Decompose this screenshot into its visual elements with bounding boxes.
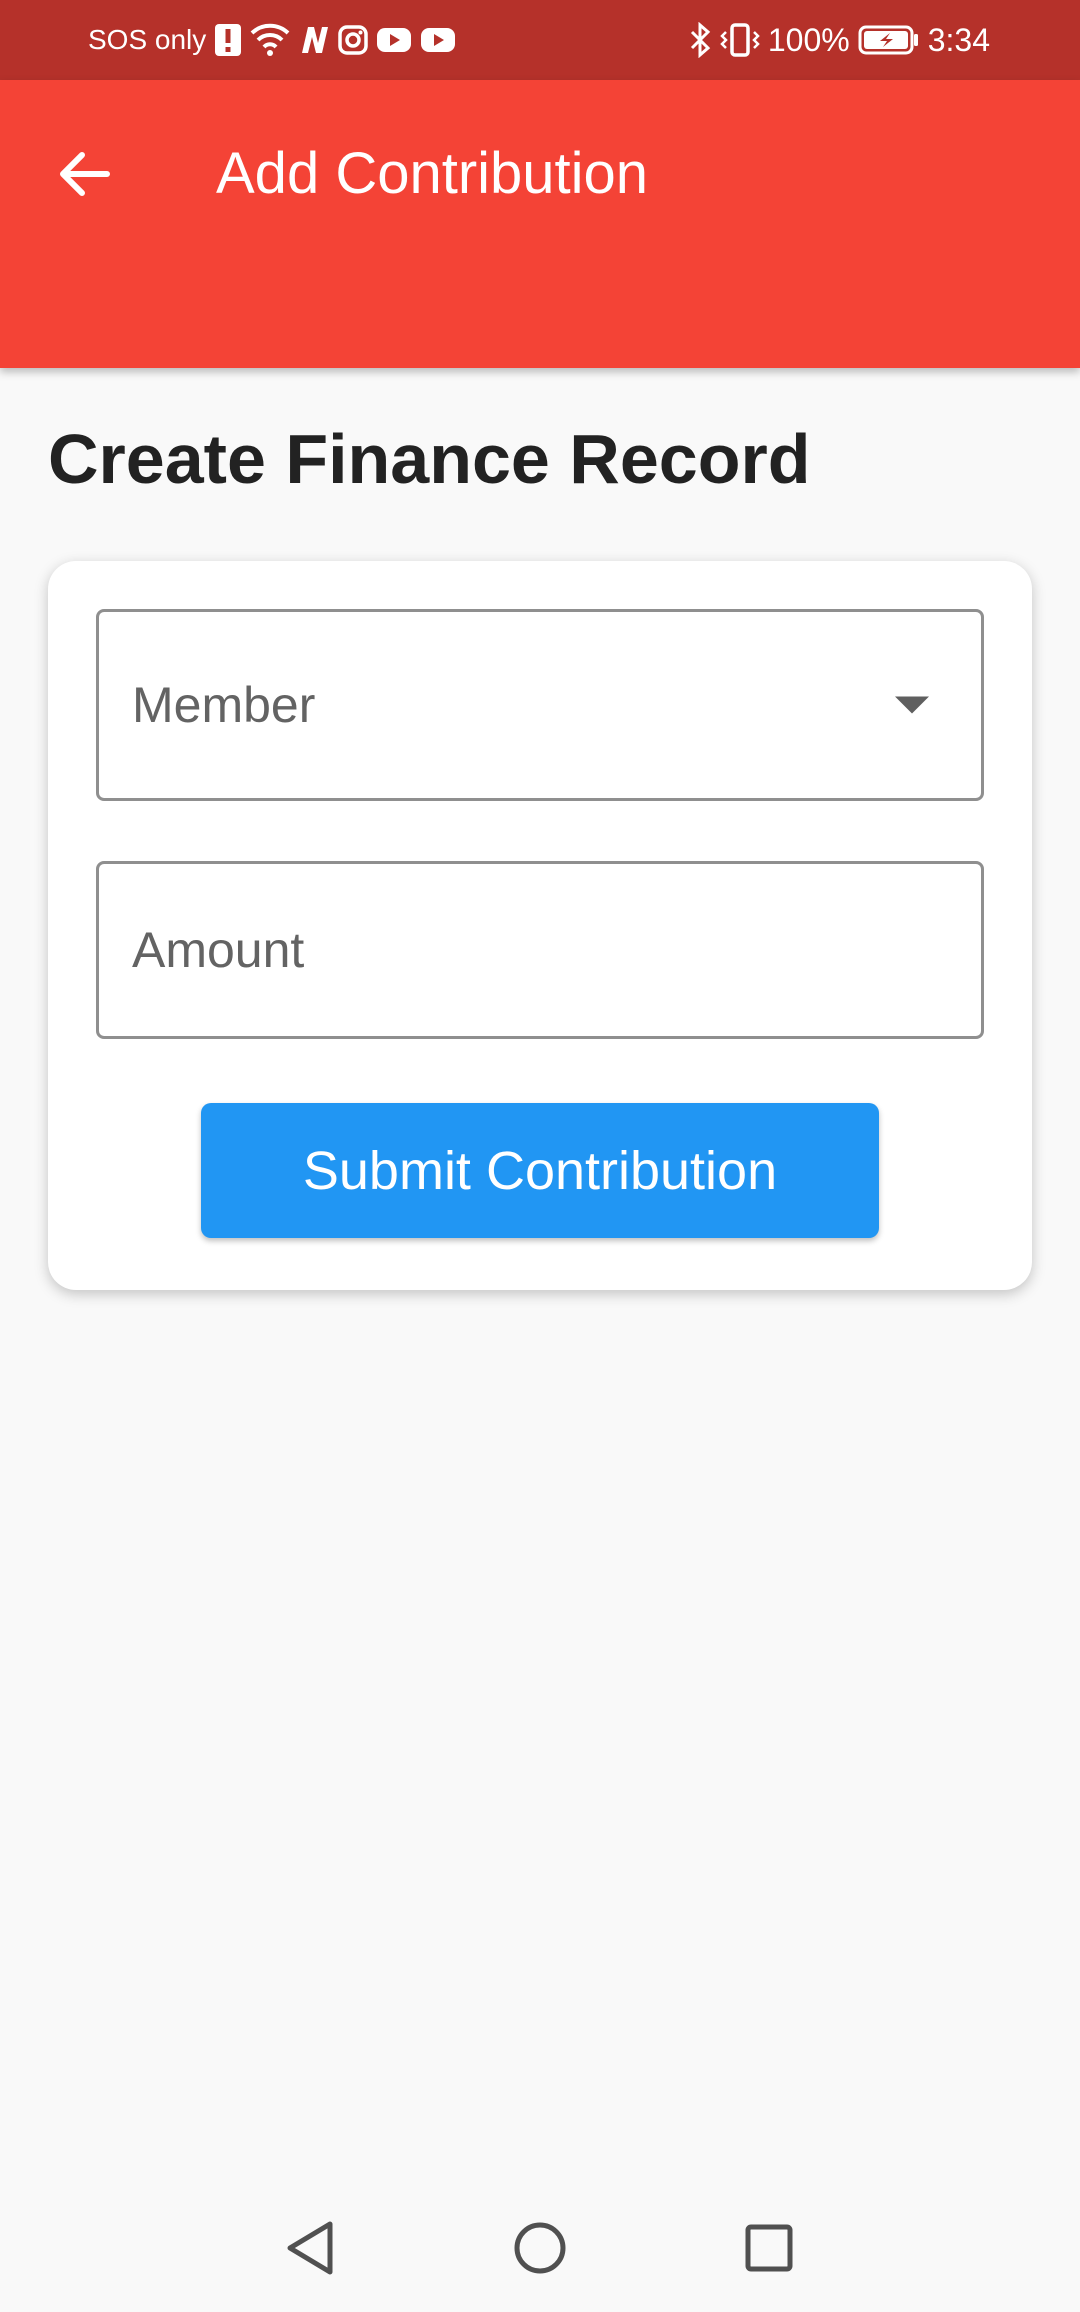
status-bar: SOS only 100% 3:34 <box>0 0 1080 80</box>
finance-form-card: Member Amount Submit Contribution <box>48 561 1032 1290</box>
recents-square-icon <box>743 2222 795 2279</box>
page-title: Create Finance Record <box>48 420 811 498</box>
instagram-icon <box>338 25 369 55</box>
chevron-down-icon <box>895 696 929 714</box>
amount-field[interactable]: Amount <box>96 861 984 1039</box>
battery-charging-icon <box>858 24 920 56</box>
app-bar: Add Contribution <box>0 80 1080 368</box>
app-bar-title: Add Contribution <box>216 141 649 206</box>
battery-percent: 100% <box>767 21 850 58</box>
bluetooth-icon <box>688 22 712 58</box>
amount-field-label: Amount <box>132 922 305 978</box>
status-bar-left: SOS only <box>88 0 456 80</box>
member-dropdown[interactable]: Member <box>96 609 984 801</box>
nav-recents-button[interactable] <box>723 2204 815 2296</box>
nav-home-button[interactable] <box>494 2204 586 2296</box>
system-nav-bar <box>0 2188 1080 2312</box>
home-circle-icon <box>512 2220 568 2281</box>
vibrate-icon <box>720 22 760 58</box>
alert-icon <box>214 23 242 57</box>
carrier-text: SOS only <box>88 24 207 55</box>
n-app-icon <box>298 25 330 55</box>
youtube-icon <box>376 26 412 54</box>
arrow-back-icon <box>58 151 110 202</box>
back-button[interactable] <box>40 132 128 220</box>
wifi-icon <box>250 23 290 57</box>
member-dropdown-label: Member <box>132 677 316 733</box>
clock-time: 3:34 <box>927 21 990 58</box>
back-triangle-icon <box>282 2218 338 2283</box>
submit-contribution-button[interactable]: Submit Contribution <box>201 1103 879 1238</box>
youtube-icon <box>420 26 456 54</box>
nav-back-button[interactable] <box>264 2204 356 2296</box>
status-bar-right: 100% 3:34 <box>688 0 990 80</box>
